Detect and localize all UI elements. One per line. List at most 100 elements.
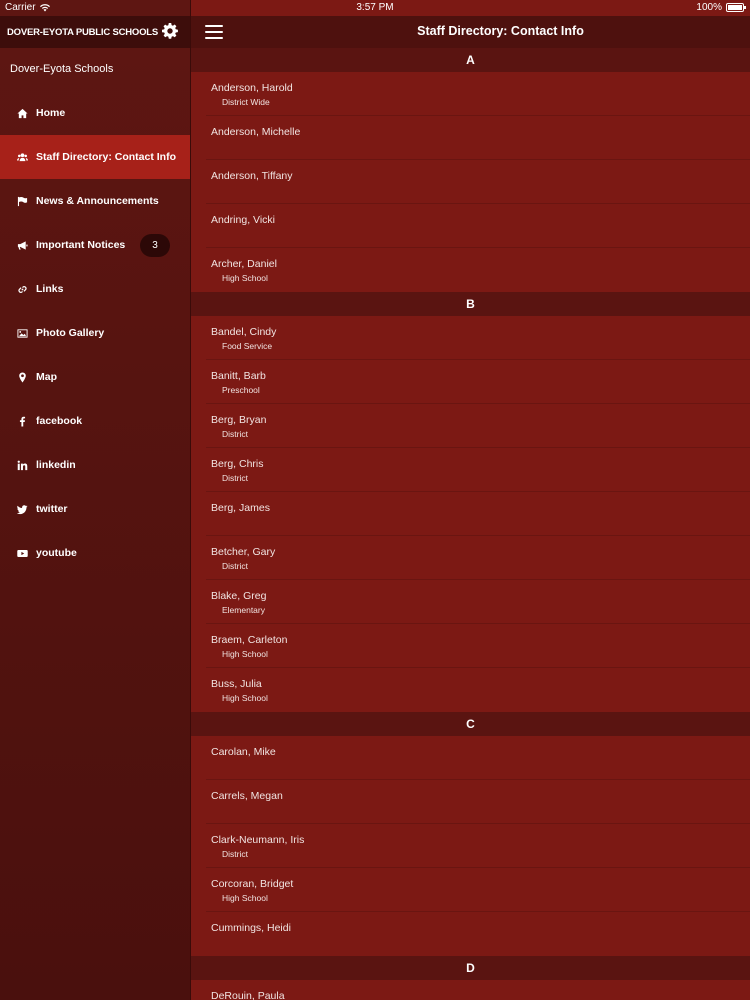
staff-department: High School [222,893,268,903]
sidebar-item-twitter[interactable]: twitter [0,487,190,531]
staff-department: High School [222,273,268,283]
app-title: DOVER-EYOTA PUBLIC SCHOOLS [7,26,159,38]
menu-icon[interactable] [205,25,223,39]
staff-department: District [222,561,248,571]
battery-percent: 100% [696,2,722,13]
staff-name: Braem, Carleton [211,634,288,646]
list-item[interactable]: Corcoran, Bridget High School [191,868,750,912]
list-item[interactable]: Clark-Neumann, Iris District [191,824,750,868]
staff-name: Carolan, Mike [211,746,276,758]
list-item[interactable]: DeRouin, Paula [191,980,750,1000]
sidebar-item-links[interactable]: Links [0,267,190,311]
link-icon [14,281,30,297]
list-item[interactable]: Anderson, Harold District Wide [191,72,750,116]
list-item[interactable]: Betcher, Gary District [191,536,750,580]
staff-name: Carrels, Megan [211,790,283,802]
gear-icon[interactable] [162,23,178,39]
staff-department: District [222,849,248,859]
section-header-a: A [191,48,750,72]
sidebar-item-label: Staff Directory: Contact Info [36,151,177,163]
sidebar-item-linkedin[interactable]: linkedin [0,443,190,487]
sidebar: DOVER-EYOTA PUBLIC SCHOOLS Dover-Eyota S… [0,0,191,1000]
staff-department: Elementary [222,605,265,615]
sidebar-item-label: facebook [36,415,83,427]
sidebar-item-label: Important Notices [36,239,126,251]
staff-name: Berg, James [211,502,270,514]
list-item[interactable]: Cummings, Heidi [191,912,750,956]
list-item[interactable]: Archer, Daniel High School [191,248,750,292]
staff-name: Clark-Neumann, Iris [211,834,305,846]
twitter-icon [14,501,30,517]
megaphone-icon [14,237,30,253]
staff-department: District [222,429,248,439]
staff-directory-list[interactable]: A Anderson, Harold District Wide Anderso… [191,48,750,1000]
staff-name: Berg, Chris [211,458,264,470]
staff-name: Bandel, Cindy [211,326,277,338]
sidebar-item-label: Links [36,283,64,295]
staff-name: Andring, Vicki [211,214,276,226]
list-item[interactable]: Andring, Vicki [191,204,750,248]
sidebar-item-map[interactable]: Map [0,355,190,399]
section-header-c: C [191,712,750,736]
sidebar-header: DOVER-EYOTA PUBLIC SCHOOLS [0,16,190,48]
sidebar-item-staff-directory[interactable]: Staff Directory: Contact Info [0,135,190,179]
sidebar-item-label: News & Announcements [36,195,159,207]
sidebar-item-home[interactable]: Home [0,91,190,135]
sidebar-item-youtube[interactable]: youtube [0,531,190,575]
list-item[interactable]: Anderson, Tiffany [191,160,750,204]
list-item[interactable]: Banitt, Barb Preschool [191,360,750,404]
list-item[interactable]: Berg, James [191,492,750,536]
list-item[interactable]: Bandel, Cindy Food Service [191,316,750,360]
clock: 3:57 PM [356,2,394,13]
staff-name: Banitt, Barb [211,370,266,382]
list-item[interactable]: Buss, Julia High School [191,668,750,712]
staff-name: Buss, Julia [211,678,262,690]
list-item[interactable]: Carolan, Mike [191,736,750,780]
users-icon [14,149,30,165]
staff-name: Betcher, Gary [211,546,276,558]
main-panel: Staff Directory: Contact Info A Anderson… [191,0,750,1000]
sidebar-nav: Home Staff Directory: Contact Info News … [0,91,190,575]
sidebar-item-important-notices[interactable]: Important Notices 3 [0,223,190,267]
sidebar-subtitle: Dover-Eyota Schools [10,63,114,75]
staff-department: Preschool [222,385,260,395]
staff-name: Archer, Daniel [211,258,277,270]
battery-indicator: 100% [696,2,746,13]
main-header: Staff Directory: Contact Info [191,16,750,48]
section-header-b: B [191,292,750,316]
staff-name: Anderson, Harold [211,82,293,94]
sidebar-item-facebook[interactable]: facebook [0,399,190,443]
staff-department: High School [222,693,268,703]
list-item[interactable]: Carrels, Megan [191,780,750,824]
list-item[interactable]: Blake, Greg Elementary [191,580,750,624]
list-item[interactable]: Braem, Carleton High School [191,624,750,668]
staff-name: Berg, Bryan [211,414,267,426]
linkedin-icon [14,457,30,473]
list-item[interactable]: Anderson, Michelle [191,116,750,160]
notification-badge: 3 [140,234,170,257]
staff-name: Blake, Greg [211,590,267,602]
staff-department: District Wide [222,97,270,107]
sidebar-item-label: linkedin [36,459,76,471]
sidebar-item-news[interactable]: News & Announcements [0,179,190,223]
home-icon [14,105,30,121]
sidebar-item-label: Home [36,107,66,119]
sidebar-item-photo-gallery[interactable]: Photo Gallery [0,311,190,355]
staff-name: Cummings, Heidi [211,922,291,934]
list-item[interactable]: Berg, Bryan District [191,404,750,448]
map-pin-icon [14,369,30,385]
staff-name: Anderson, Michelle [211,126,301,138]
facebook-icon [14,413,30,429]
battery-icon [726,3,746,12]
sidebar-item-label: Photo Gallery [36,327,105,339]
staff-department: District [222,473,248,483]
staff-name: Anderson, Tiffany [211,170,293,182]
staff-department: Food Service [222,341,273,351]
image-icon [14,325,30,341]
staff-name: DeRouin, Paula [211,990,285,1000]
staff-name: Corcoran, Bridget [211,878,294,890]
youtube-icon [14,545,30,561]
sidebar-item-label: twitter [36,503,68,515]
list-item[interactable]: Berg, Chris District [191,448,750,492]
status-bar: Carrier 3:57 PM 100% [0,0,750,16]
